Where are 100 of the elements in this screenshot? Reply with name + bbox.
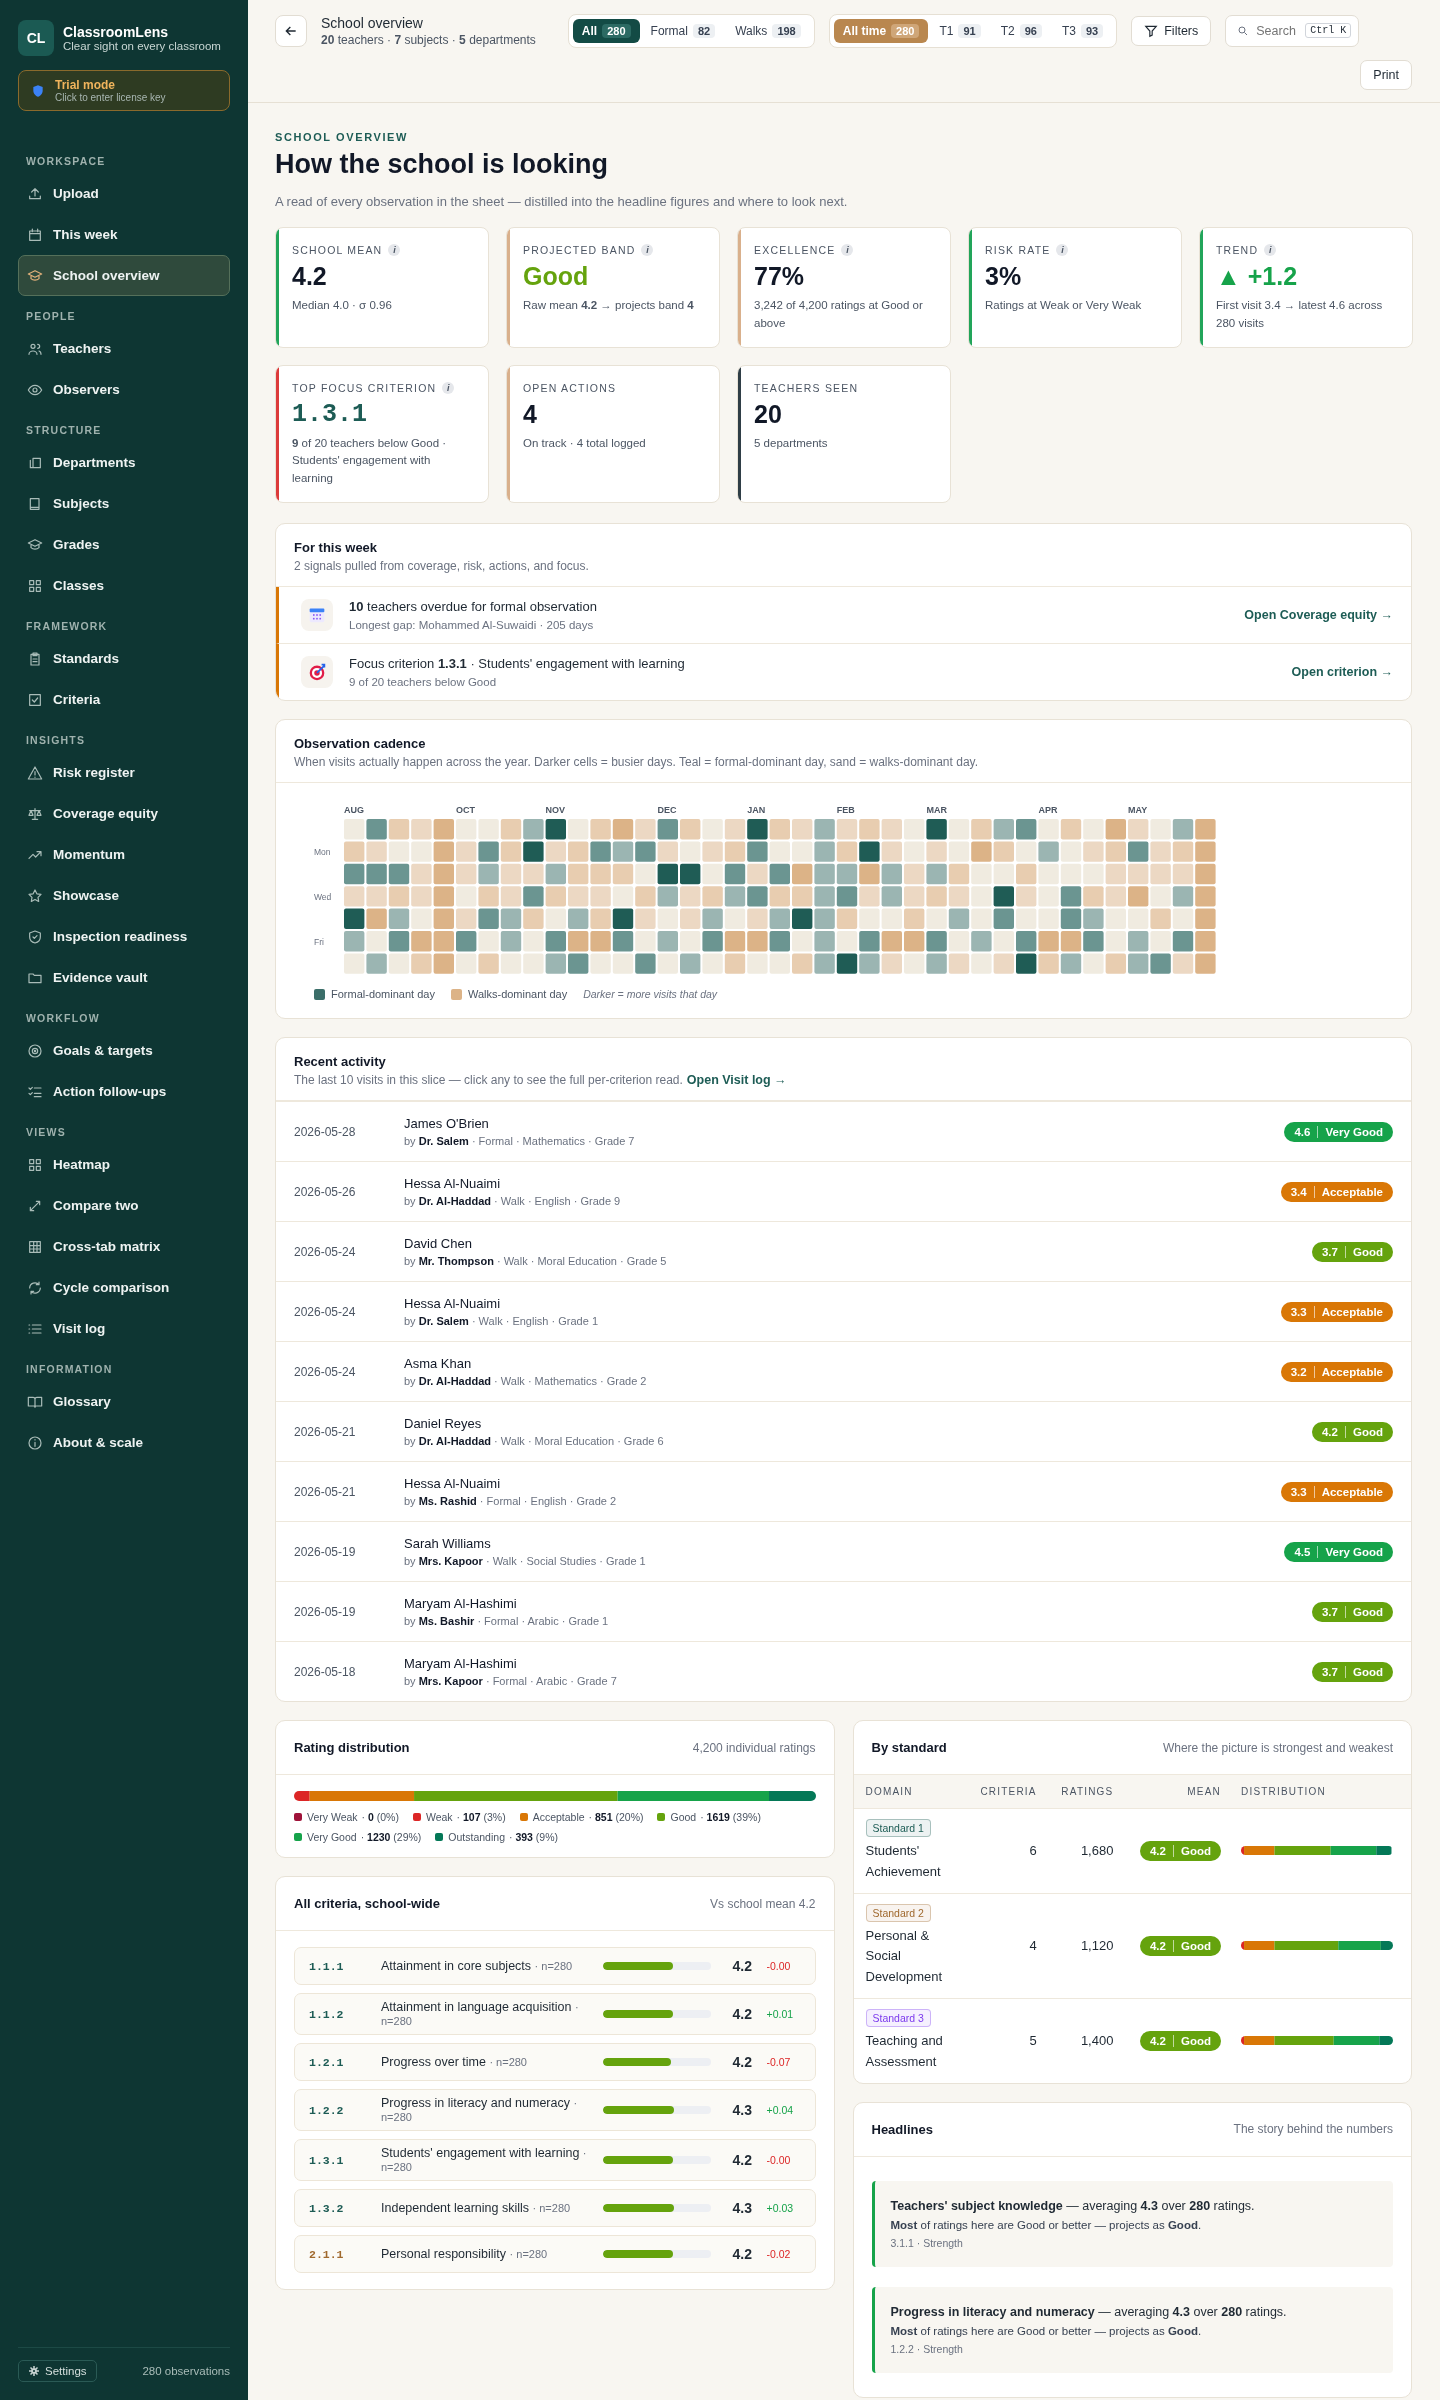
section-title: VIEWS [26,1126,67,1138]
filters-button[interactable]: Filters [1131,16,1212,46]
sidebar-item[interactable]: Grades [18,524,230,565]
sidebar-item[interactable]: Evidence vault [18,957,230,998]
page-description: A read of every observation in the sheet — distilled into the headline figures and where to look next. [275,194,849,209]
sidebar-item[interactable]: About & scale [18,1422,230,1463]
signal-link[interactable]: Open Coverage equity → [1244,608,1393,623]
weekday-label: Mon [314,847,331,858]
sidebar-item[interactable]: School overview [18,255,230,296]
column-header: RATINGS [1046,1775,1124,1809]
metric-value: 20 [754,399,783,429]
score-delta: -0.02 [766,2248,792,2261]
sidebar-item[interactable]: Heatmap [18,1144,230,1185]
print-button[interactable]: Print [1360,60,1412,90]
filter-tab[interactable]: All 280 [572,19,640,43]
sidebar-item[interactable]: Momentum [18,834,230,875]
metric-detail: Ratings at Weak or Very Weak [985,298,1143,313]
info-icon [27,1434,43,1451]
gear-icon [28,2365,40,2377]
info-button[interactable]: i [1056,244,1069,256]
sidebar-item[interactable]: Cross-tab matrix [18,1226,230,1267]
sidebar-item[interactable]: Subjects [18,483,230,524]
card-note: 4,200 individual ratings [692,1740,816,1755]
activity-row[interactable]: 2026-05-24 Asma Khan by Dr. Al-Haddad · Walk · Mathematics · Grade 2 3.2 Acceptable [276,1341,1411,1402]
sidebar-item[interactable]: Glossary [18,1381,230,1422]
sidebar-item[interactable]: Compare two [18,1185,230,1226]
activity-row[interactable]: 2026-05-26 Hessa Al-Nuaimi by Dr. Al-Haddad · Walk · English · Grade 9 3.4 Acceptable [276,1161,1411,1222]
activity-row[interactable]: 2026-05-21 Daniel Reyes by Dr. Al-Haddad · Walk · Moral Education · Grade 6 4.2 Good [276,1401,1411,1462]
sidebar-item[interactable]: Action follow-ups [18,1071,230,1112]
table-cell: 6 [965,1808,1047,1894]
rating-badge: 4.2 Good [1311,1421,1393,1442]
legend-note: Darker = more visits that day [583,988,718,1001]
criterion-row[interactable]: 1.1.1 Attainment in core subjects · n=280 4.2 -0.00 [294,1947,816,1986]
period-tab[interactable]: T3 93 [1052,19,1113,43]
activity-row[interactable]: 2026-05-24 David Chen by Mr. Thompson · Walk · Moral Education · Grade 5 3.7 Good [276,1221,1411,1282]
sidebar-item[interactable]: This week [18,214,230,255]
criterion-row[interactable]: 2.1.1 Personal responsibility · n=280 4.2 -0.02 [294,2235,816,2274]
criterion-row[interactable]: 1.3.2 Independent learning skills · n=280 4.3 +0.03 [294,2189,816,2228]
sidebar-item[interactable]: Standards [18,638,230,679]
app-tagline: Clear sight on every classroom [63,40,221,52]
sidebar-item[interactable]: Inspection readiness [18,916,230,957]
period-tab[interactable]: T2 96 [991,19,1051,43]
table-cell: 4 [965,1893,1047,1999]
visit-detail: by Dr. Salem · Formal · Mathematics · Grade 7 [404,1135,636,1148]
criterion-row[interactable]: 1.3.1 Students' engagement with learning · n=280 4.2 -0.00 [294,2139,816,2182]
activity-row[interactable]: 2026-05-28 James O'Brien by Dr. Salem · Formal · Mathematics · Grade 7 4.6 Very Good [276,1101,1411,1162]
book-icon [27,495,43,512]
trial-mode-button[interactable]: Trial mode Click to enter license key [18,70,230,111]
sidebar-item[interactable]: Observers [18,369,230,410]
sidebar-item[interactable]: Upload [18,173,230,214]
sidebar-item[interactable]: Coverage equity [18,793,230,834]
sidebar-item[interactable]: Showcase [18,875,230,916]
activity-row[interactable]: 2026-05-24 Hessa Al-Nuaimi by Dr. Salem · Walk · English · Grade 1 3.3 Acceptable [276,1281,1411,1342]
card-subtitle: The last 10 visits in this slice — click any to see the full per-criterion read. [294,1073,683,1088]
back-button[interactable] [275,15,307,47]
table-cell: 1,120 [1046,1893,1124,1999]
criterion-row[interactable]: 1.2.2 Progress in literacy and numeracy · n=280 4.3 +0.04 [294,2089,816,2132]
period-tab[interactable]: T1 91 [930,19,990,43]
standard-tag: Standard 1 [865,1819,931,1838]
sidebar-item[interactable]: Teachers [18,328,230,369]
section-title: INFORMATION [26,1363,114,1375]
info-button[interactable]: i [442,381,455,394]
search-icon [1237,25,1250,37]
score-delta: +0.04 [766,2104,795,2117]
scales-icon [27,805,43,822]
visit-log-link[interactable]: Open Visit log → [686,1073,787,1088]
filter-tab[interactable]: Formal 82 [641,19,725,43]
legend-value: · 107 (3%) [456,1811,506,1824]
signal-detail: 9 of 20 teachers below Good [349,676,498,689]
visit-detail: by Mrs. Kapoor · Formal · Arabic · Grade 7 [404,1675,618,1688]
criterion-row[interactable]: 1.2.1 Progress over time · n=280 4.2 -0.07 [294,2043,816,2082]
criterion-row[interactable]: 1.1.2 Attainment in language acquisition · n=280 4.2 +0.01 [294,1993,816,2036]
settings-button[interactable]: Settings [18,2360,97,2382]
sidebar-item[interactable]: Risk register [18,752,230,793]
criterion-code: 1.1.2 [309,2007,345,2021]
funnel-icon [1144,24,1159,38]
filter-tab[interactable]: Walks 198 [726,19,810,43]
rating-badge: 3.4 Acceptable [1280,1181,1393,1202]
checkbox-icon [27,691,43,708]
activity-row[interactable]: 2026-05-18 Maryam Al-Hashimi by Mrs. Kapoor · Formal · Arabic · Grade 7 3.7 Good [276,1641,1411,1702]
info-button[interactable]: i [388,244,401,256]
sidebar-item[interactable]: Departments [18,442,230,483]
sidebar-item[interactable]: Cycle comparison [18,1267,230,1308]
info-button[interactable]: i [841,244,854,256]
activity-row[interactable]: 2026-05-19 Maryam Al-Hashimi by Ms. Bashir · Formal · Arabic · Grade 1 3.7 Good [276,1581,1411,1642]
signal-link[interactable]: Open criterion → [1291,665,1393,680]
criterion-code: 1.2.1 [309,2055,345,2069]
sidebar-item[interactable]: Criteria [18,679,230,720]
sidebar-item[interactable]: Visit log [18,1308,230,1349]
card-title: Headlines [871,2121,933,2137]
metric-detail: 9 of 20 teachers below Good · Students' engagement with learning [292,435,448,487]
sidebar-item[interactable]: Goals & targets [18,1030,230,1071]
activity-row[interactable]: 2026-05-19 Sarah Williams by Mrs. Kapoor · Walk · Social Studies · Grade 1 4.5 Very Good [276,1521,1411,1582]
criterion-code: 1.2.2 [309,2103,345,2117]
info-button[interactable]: i [1264,244,1277,256]
sidebar-item[interactable]: Classes [18,565,230,606]
info-button[interactable]: i [641,244,654,256]
activity-row[interactable]: 2026-05-21 Hessa Al-Nuaimi by Ms. Rashid · Formal · English · Grade 2 3.3 Acceptable [276,1461,1411,1522]
teacher-name: Asma Khan [404,1356,473,1372]
headline-text: Most of ratings here are Good or better — projects as Good. [890,2218,1203,2231]
